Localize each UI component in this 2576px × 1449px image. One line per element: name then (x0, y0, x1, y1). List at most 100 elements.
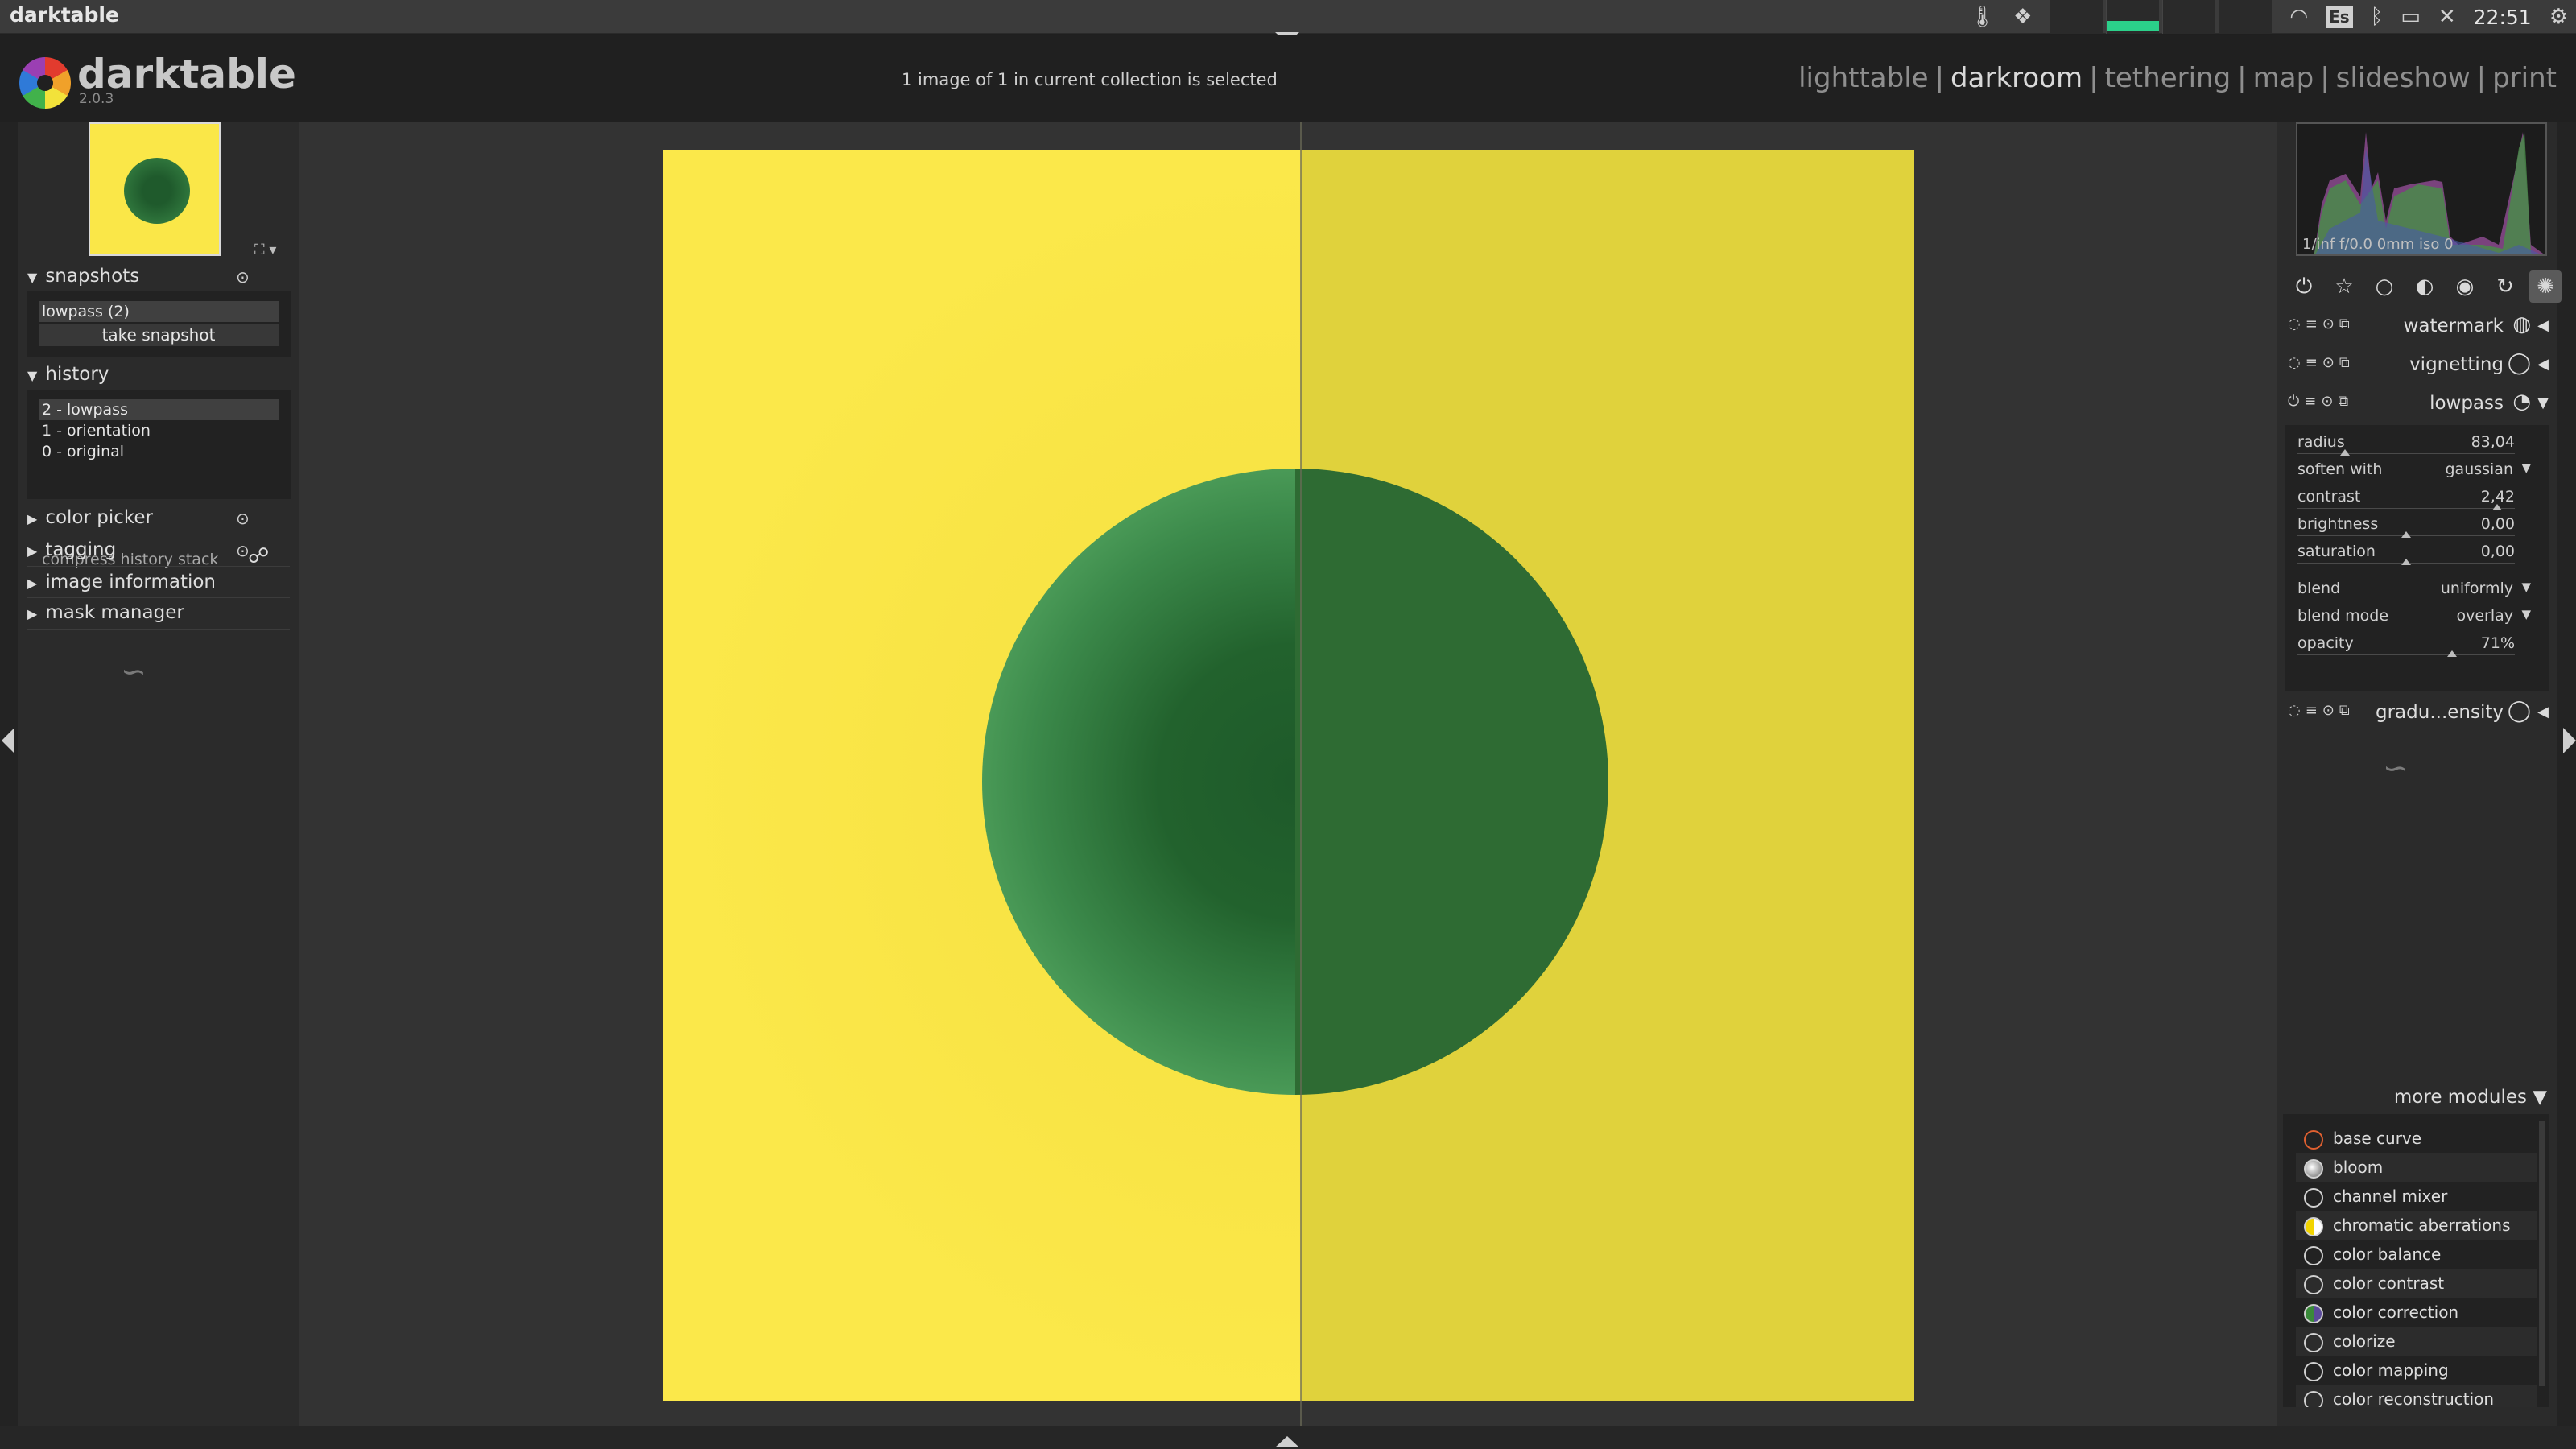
scrollbar[interactable] (2539, 1121, 2545, 1386)
view-lighttable[interactable]: lighttable (1798, 62, 1928, 94)
list-item[interactable]: bloom (2296, 1153, 2537, 1182)
module-controls-icon[interactable]: ⏻≡⊙⧉ (2288, 393, 2353, 410)
bluetooth-icon[interactable]: ᛒ (2371, 5, 2384, 29)
contrast-slider[interactable]: contrast 2,42 (2297, 485, 2515, 510)
bottom-panel-toggle-arrow[interactable] (1275, 1436, 1299, 1447)
soften-with-dropdown[interactable]: soften with gaussian ▼ (2297, 457, 2531, 483)
item-label: color reconstruction (2333, 1389, 2495, 1407)
mask-manager-header[interactable]: ▶ mask manager (27, 602, 184, 623)
list-item[interactable]: color reconstruction (2296, 1385, 2537, 1407)
collapsed-arrow-icon[interactable]: ◀ (2537, 356, 2549, 373)
slider-thumb[interactable] (2446, 650, 2457, 657)
module-name: watermark (2403, 316, 2504, 336)
snapshots-box: lowpass (2) take snapshot (27, 291, 291, 357)
module-controls-icon[interactable]: ◌≡⊙⧉ (2288, 354, 2355, 371)
basic-group-circle-icon[interactable]: ○ (2368, 270, 2401, 303)
image-information-header[interactable]: ▶ image information (27, 572, 216, 592)
tone-group-circle-icon[interactable]: ◐ (2409, 270, 2441, 303)
settings-gear-icon[interactable]: ⚙ (2549, 5, 2568, 29)
view-print[interactable]: print (2492, 62, 2557, 94)
tagging-header[interactable]: ▶ tagging (27, 539, 116, 560)
keyboard-layout-indicator[interactable]: Es (2326, 6, 2353, 28)
slider-thumb[interactable] (2401, 559, 2411, 565)
view-tethering[interactable]: tethering (2105, 62, 2231, 94)
collapsed-arrow-icon[interactable]: ◀ (2537, 704, 2549, 720)
favorites-star-icon[interactable]: ☆ (2328, 270, 2360, 303)
item-label: color contrast (2333, 1274, 2445, 1293)
effect-group-icon[interactable]: ✺ (2529, 270, 2562, 303)
module-watermark[interactable]: ◌≡⊙⧉ watermark ◍ ◀ (2283, 309, 2552, 345)
active-modules-power-icon[interactable]: ⏻ (2288, 270, 2320, 303)
list-item[interactable]: color mapping (2296, 1356, 2537, 1385)
snapshot-split-line[interactable] (1300, 122, 1302, 1426)
history-title: history (45, 364, 109, 385)
history-item[interactable]: 2 - lowpass (39, 399, 279, 420)
slider-thumb[interactable] (2340, 449, 2351, 456)
slider-thumb[interactable] (2492, 504, 2503, 510)
take-snapshot-button[interactable]: take snapshot (39, 324, 279, 346)
right-panel-toggle-arrow[interactable] (2563, 728, 2576, 753)
module-controls-icon[interactable]: ◌≡⊙⧉ (2288, 316, 2355, 332)
dropdown-arrow-icon: ▼ (2521, 580, 2531, 594)
battery-icon[interactable]: ▭ (2401, 5, 2421, 29)
expanded-arrow-icon[interactable]: ▼ (2537, 394, 2549, 411)
list-item[interactable]: color contrast (2296, 1269, 2537, 1298)
list-item[interactable]: chromatic aberrations (2296, 1211, 2537, 1240)
collapsed-arrow-icon[interactable]: ◀ (2537, 317, 2549, 334)
image-information-title: image information (45, 572, 217, 592)
blend-mode-label: blend mode (2297, 607, 2389, 625)
view-switcher: lighttable | darkroom | tethering | map | slides… (1798, 62, 2557, 94)
histogram[interactable]: 1/inf f/0.0 0mm iso 0 (2296, 122, 2547, 256)
view-slideshow[interactable]: slideshow (2336, 62, 2471, 94)
darktable-logo-icon (19, 57, 71, 109)
list-item[interactable]: base curve (2296, 1124, 2537, 1153)
blend-mode-dropdown[interactable]: blend mode overlay ▼ (2297, 604, 2531, 630)
brightness-slider[interactable]: brightness 0,00 (2297, 512, 2515, 538)
module-lowpass[interactable]: ⏻≡⊙⧉ lowpass ◔ ▼ (2283, 386, 2552, 422)
color-picker-header[interactable]: ▶ color picker (27, 507, 153, 528)
history-item[interactable]: 0 - original (39, 441, 279, 462)
more-modules-header[interactable]: more modules ▼ (2394, 1087, 2547, 1108)
reset-icon[interactable]: ⊙ (236, 509, 250, 528)
module-name: vignetting (2409, 354, 2504, 375)
view-darkroom[interactable]: darkroom (1951, 62, 2083, 94)
correct-group-icon[interactable]: ↻ (2489, 270, 2521, 303)
history-item[interactable]: 1 - orientation (39, 420, 279, 441)
module-graduated-density[interactable]: ◌≡⊙⧉ gradu...ensity ◯ ◀ (2283, 696, 2552, 731)
blend-dropdown[interactable]: blend uniformly ▼ (2297, 576, 2531, 602)
history-header[interactable]: ▼ history (27, 364, 109, 385)
color-group-icon[interactable]: ◉ (2449, 270, 2481, 303)
dropbox-icon[interactable]: ❖ (2013, 5, 2032, 29)
reset-icon[interactable]: ⊙ (236, 267, 250, 287)
clock[interactable]: 22:51 (2474, 6, 2532, 29)
image-canvas[interactable] (663, 150, 1914, 1401)
dropdown-arrow-icon: ▼ (2521, 607, 2531, 621)
list-item[interactable]: color balance (2296, 1240, 2537, 1269)
volume-muted-icon[interactable]: ✕ (2438, 5, 2456, 29)
navigation-thumbnail[interactable] (89, 122, 221, 256)
item-label: color balance (2333, 1245, 2442, 1264)
wifi-icon[interactable]: ◠ (2289, 5, 2308, 29)
zoom-fit-dropdown-icon[interactable]: ⛶ ▾ (254, 242, 276, 258)
opacity-slider[interactable]: opacity 71% (2297, 631, 2515, 657)
snapshots-header[interactable]: ▼ snapshots (27, 266, 139, 287)
left-panel-toggle-arrow[interactable] (2, 728, 14, 753)
saturation-slider[interactable]: saturation 0,00 (2297, 539, 2515, 565)
list-item[interactable]: colorize (2296, 1327, 2537, 1356)
disk-graph[interactable] (2219, 0, 2273, 34)
thermometer-icon[interactable]: 🌡 (1969, 5, 1996, 29)
cpu-graph[interactable] (2050, 0, 2103, 34)
list-item[interactable]: color correction (2296, 1298, 2537, 1327)
radius-slider[interactable]: radius 83,04 (2297, 430, 2515, 456)
create-style-icon[interactable]: ☍ (248, 544, 269, 568)
snapshot-item[interactable]: lowpass (2) (39, 301, 279, 322)
slider-thumb[interactable] (2401, 531, 2411, 538)
memory-graph[interactable] (2106, 0, 2160, 34)
view-map[interactable]: map (2253, 62, 2314, 94)
saturation-value: 0,00 (2480, 543, 2515, 560)
list-item[interactable]: channel mixer (2296, 1182, 2537, 1211)
network-graph[interactable] (2162, 0, 2216, 34)
module-controls-icon[interactable]: ◌≡⊙⧉ (2288, 702, 2355, 719)
module-vignetting[interactable]: ◌≡⊙⧉ vignetting ◯ ◀ (2283, 348, 2552, 383)
reset-icon[interactable]: ⊙ (236, 541, 250, 560)
